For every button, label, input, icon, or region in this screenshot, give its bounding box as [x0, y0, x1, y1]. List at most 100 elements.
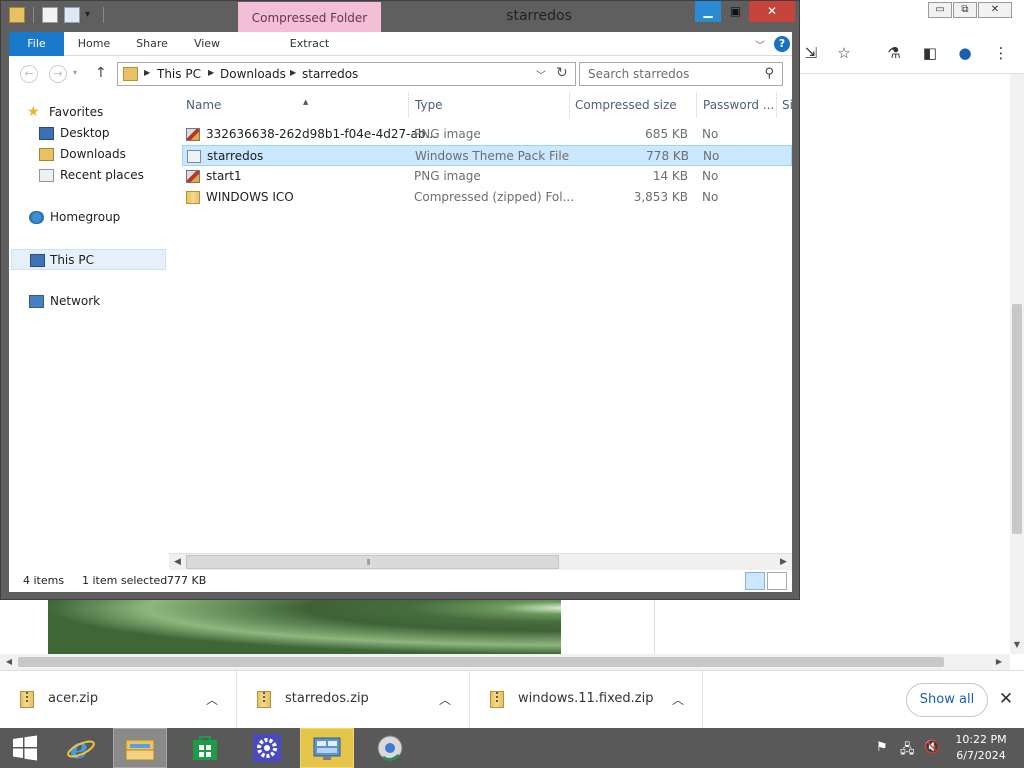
download-name: starredos.zip — [285, 691, 369, 706]
store-icon[interactable] — [178, 728, 232, 768]
scrollbar-thumb[interactable] — [1012, 304, 1022, 534]
tab-view[interactable]: View — [185, 32, 229, 56]
flag-icon[interactable]: ⚑ — [876, 740, 888, 755]
column-header-size[interactable]: Si — [777, 92, 792, 118]
minimize-button[interactable]: ▁ — [695, 1, 721, 22]
scroll-down-arrow-icon[interactable]: ▼ — [1010, 638, 1024, 652]
folder-icon[interactable] — [9, 7, 25, 23]
browser-toolbar: ⇲ ☆ ⚗ ◧ ● ⋮ — [800, 34, 1024, 72]
breadcrumb-separator-icon[interactable]: ▶ — [208, 68, 214, 77]
show-all-button[interactable]: Show all — [906, 683, 988, 717]
nav-item-homegroup[interactable]: Homegroup — [29, 207, 167, 228]
nav-item-favorites[interactable]: ★ Favorites — [27, 102, 167, 123]
file-name: WINDOWS ICO — [206, 190, 294, 204]
browser-close-button[interactable]: ✕ — [978, 2, 1012, 18]
nav-label: Downloads — [60, 147, 126, 161]
scroll-right-arrow-icon[interactable]: ▶ — [992, 654, 1006, 670]
column-header-password[interactable]: Password ... — [698, 92, 777, 118]
tab-home[interactable]: Home — [71, 32, 117, 56]
details-view-button[interactable] — [745, 572, 765, 590]
chevron-down-icon[interactable]: ▾ — [85, 7, 101, 23]
labs-flask-icon[interactable]: ⚗ — [883, 42, 905, 64]
nav-item-network[interactable]: Network — [29, 291, 167, 312]
scrollbar-thumb[interactable]: ⦀ — [186, 555, 559, 569]
file-row-selected[interactable]: starredos Windows Theme Pack File 778 KB… — [182, 145, 792, 166]
tab-extract[interactable]: Extract — [238, 32, 381, 56]
recent-locations-chevron-icon[interactable]: ▾ — [73, 68, 77, 77]
start-button[interactable] — [0, 728, 50, 768]
browser-restore-button[interactable]: ⧉ — [953, 2, 977, 18]
selection-size: 777 KB — [167, 574, 207, 587]
download-item[interactable]: acer.zip ︿ — [0, 671, 237, 729]
chevron-down-icon[interactable]: ﹀ — [755, 37, 765, 52]
breadcrumb-downloads[interactable]: Downloads — [220, 67, 286, 81]
menu-icon[interactable]: ⋮ — [990, 42, 1012, 64]
nav-label: Recent places — [60, 168, 144, 182]
nav-item-desktop[interactable]: Desktop — [39, 123, 167, 144]
column-header-name[interactable]: Name ▲ — [181, 92, 409, 118]
scrollbar-thumb[interactable] — [18, 657, 944, 667]
network-icon[interactable]: 🖧 — [900, 740, 915, 762]
new-folder-icon[interactable] — [64, 7, 80, 23]
settings-gear-icon[interactable] — [240, 728, 294, 768]
page-horizontal-scrollbar[interactable]: ◀ ▶ — [0, 654, 1010, 670]
nav-item-recent-places[interactable]: Recent places — [39, 165, 167, 186]
maximize-button[interactable]: ▣ — [722, 1, 749, 22]
file-row[interactable]: start1 PNG image 14 KB No — [182, 166, 792, 187]
control-panel-taskbar-button[interactable] — [300, 728, 354, 768]
page-vertical-scrollbar[interactable]: ▼ — [1010, 74, 1024, 654]
chevron-up-icon[interactable]: ︿ — [672, 691, 684, 708]
address-bar[interactable]: ▶ This PC ▶ Downloads ▶ starredos ﹀ ↻ — [117, 62, 576, 86]
nav-item-downloads[interactable]: Downloads — [39, 144, 167, 165]
large-icons-view-button[interactable] — [767, 572, 787, 590]
volume-muted-icon[interactable]: 🔇 — [924, 740, 940, 755]
chevron-up-icon[interactable]: ︿ — [206, 691, 218, 708]
refresh-icon[interactable]: ↻ — [556, 65, 568, 81]
tab-file[interactable]: File — [9, 32, 64, 56]
scroll-left-arrow-icon[interactable]: ◀ — [169, 554, 186, 571]
file-row[interactable]: WINDOWS ICO Compressed (zipped) Fol... 3… — [182, 187, 792, 208]
up-arrow-icon[interactable]: ↑ — [95, 65, 107, 81]
chevron-down-icon[interactable]: ﹀ — [536, 67, 546, 82]
clock[interactable]: 10:22 PM 6/7/2024 — [948, 732, 1014, 764]
column-header-type[interactable]: Type — [410, 92, 570, 118]
chevron-up-icon[interactable]: ︿ — [439, 691, 451, 708]
profile-icon[interactable]: ● — [954, 42, 976, 64]
bookmark-star-icon[interactable]: ☆ — [833, 42, 855, 64]
search-icon[interactable]: ⚲ — [764, 66, 774, 81]
item-count: 4 items — [23, 574, 65, 587]
close-icon[interactable]: ✕ — [996, 687, 1016, 711]
title-bar[interactable]: ▾ Compressed Folder Tools starredos ▁ ▣ … — [1, 1, 799, 57]
column-label: Name — [186, 98, 222, 112]
breadcrumb-separator-icon[interactable]: ▶ — [290, 68, 296, 77]
close-button[interactable]: ✕ — [749, 1, 795, 22]
browser-taskbar-icon[interactable] — [363, 728, 417, 768]
side-panel-icon[interactable]: ◧ — [919, 42, 941, 64]
internet-explorer-icon[interactable]: e — [54, 728, 108, 768]
breadcrumb-starredos[interactable]: starredos — [302, 67, 358, 81]
download-item[interactable]: windows.11.fixed.zip ︿ — [470, 671, 703, 729]
file-list-horizontal-scrollbar[interactable]: ◀ ⦀ ▶ — [169, 553, 792, 570]
compressed-folder-tools-context-tab[interactable]: Compressed Folder Tools — [238, 2, 381, 57]
file-size: 778 KB — [646, 149, 689, 163]
breadcrumb-separator-icon[interactable]: ▶ — [144, 68, 150, 77]
column-header-compressed-size[interactable]: Compressed size — [570, 92, 697, 118]
tab-share[interactable]: Share — [127, 32, 177, 56]
forward-arrow-icon[interactable]: → — [49, 65, 67, 83]
properties-icon[interactable] — [42, 7, 58, 23]
scroll-right-arrow-icon[interactable]: ▶ — [775, 554, 792, 571]
file-explorer-taskbar-button[interactable] — [113, 728, 167, 768]
install-app-icon[interactable]: ⇲ — [800, 42, 822, 64]
nav-item-this-pc[interactable]: This PC — [11, 249, 166, 270]
search-input[interactable]: Search starredos ⚲ — [579, 62, 783, 86]
zip-file-icon — [20, 691, 34, 708]
folder-icon — [123, 67, 138, 81]
breadcrumb-this-pc[interactable]: This PC — [157, 67, 201, 81]
browser-minimize-button[interactable]: ▭ — [928, 2, 952, 18]
back-arrow-icon[interactable]: ← — [20, 65, 38, 83]
homegroup-icon — [29, 211, 44, 224]
help-icon[interactable]: ? — [774, 36, 790, 52]
download-item[interactable]: starredos.zip ︿ — [237, 671, 470, 729]
file-row[interactable]: 332636638-262d98b1-f04e-4d27-ab... PNG i… — [182, 124, 792, 145]
scroll-left-arrow-icon[interactable]: ◀ — [2, 654, 16, 670]
